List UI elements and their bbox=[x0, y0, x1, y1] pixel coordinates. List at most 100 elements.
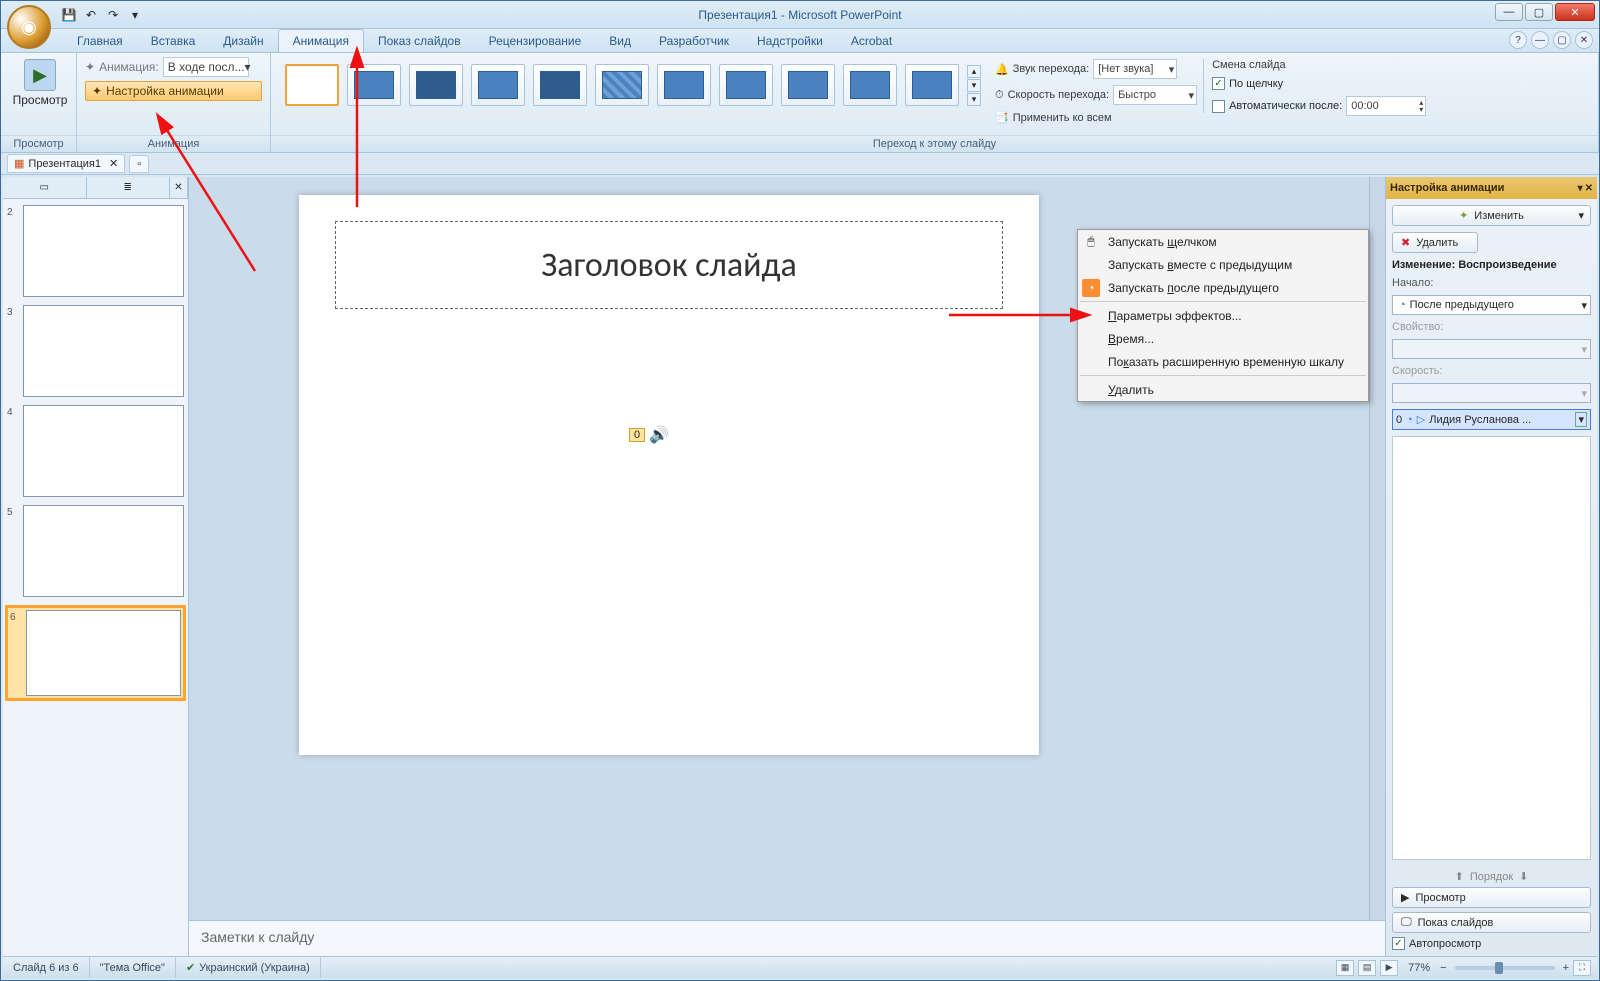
tab-home[interactable]: Главная bbox=[63, 30, 137, 52]
transition-thumb[interactable] bbox=[781, 64, 835, 106]
pane-preview-button[interactable]: ▶Просмотр bbox=[1392, 887, 1591, 908]
ctx-start-on-click[interactable]: 🖱Запускать щелчком bbox=[1078, 230, 1368, 253]
transition-thumb[interactable] bbox=[719, 64, 773, 106]
tab-insert[interactable]: Вставка bbox=[137, 30, 210, 52]
slide[interactable]: Заголовок слайда 0 🔊 bbox=[299, 195, 1039, 755]
qat-save-icon[interactable]: 💾 bbox=[59, 5, 79, 25]
animate-combo[interactable]: В ходе посл...▾ bbox=[163, 57, 249, 77]
transition-options: 🔔Звук перехода: [Нет звука]▾ ⏱Скорость п… bbox=[989, 55, 1203, 133]
tab-design[interactable]: Дизайн bbox=[209, 30, 277, 52]
gallery-down-icon[interactable]: ▾ bbox=[967, 79, 981, 92]
custom-animation-label: Настройка анимации bbox=[106, 84, 224, 98]
slide-thumb[interactable]: 2 bbox=[7, 205, 184, 297]
autopreview-label: Автопросмотр bbox=[1409, 938, 1481, 950]
slide-thumb[interactable]: 5 bbox=[7, 505, 184, 597]
tab-developer[interactable]: Разработчик bbox=[645, 30, 743, 52]
document-tab[interactable]: ▦ Презентация1 ✕ bbox=[7, 154, 125, 173]
play-icon: ▷ bbox=[1417, 413, 1425, 426]
help-icon[interactable]: ? bbox=[1509, 31, 1527, 49]
mdi-close-icon[interactable]: ✕ bbox=[1575, 31, 1593, 49]
chevron-down-icon[interactable]: ▾ bbox=[1575, 412, 1587, 427]
notes-pane[interactable]: Заметки к слайду bbox=[189, 920, 1385, 956]
apply-all-button[interactable]: 📑Применить ко всем bbox=[995, 111, 1197, 124]
custom-animation-button[interactable]: ✦ Настройка анимации bbox=[85, 81, 262, 101]
slides-list[interactable]: 2 3 4 5 6 bbox=[3, 199, 188, 956]
spinner-icon: ▴▾ bbox=[1419, 99, 1423, 113]
zoom-in-icon[interactable]: + bbox=[1563, 962, 1569, 974]
tab-acrobat[interactable]: Acrobat bbox=[837, 30, 906, 52]
tab-review[interactable]: Рецензирование bbox=[475, 30, 596, 52]
start-combo[interactable]: ◔После предыдущего ▾ bbox=[1392, 295, 1591, 315]
transition-thumb[interactable] bbox=[533, 64, 587, 106]
mouse-icon: 🖱 bbox=[1082, 233, 1100, 251]
transition-thumb[interactable] bbox=[905, 64, 959, 106]
zoom-out-icon[interactable]: − bbox=[1440, 962, 1446, 974]
office-button[interactable]: ◉ bbox=[7, 5, 51, 49]
gallery-up-icon[interactable]: ▴ bbox=[967, 65, 981, 78]
vertical-scrollbar[interactable] bbox=[1369, 177, 1385, 920]
custom-animation-icon: ✦ bbox=[92, 84, 102, 98]
pane-menu-icon[interactable]: ▾ bbox=[1578, 183, 1583, 194]
gallery-more-icon[interactable]: ▾ bbox=[967, 93, 981, 106]
outline-tab[interactable]: ≣ bbox=[87, 177, 171, 198]
transition-thumb[interactable] bbox=[595, 64, 649, 106]
preview-button[interactable]: ▶ Просмотр bbox=[7, 55, 73, 111]
zoom-value[interactable]: 77% bbox=[1408, 962, 1430, 974]
separator bbox=[1080, 375, 1366, 376]
ctx-effect-options[interactable]: Параметры эффектов... bbox=[1078, 304, 1368, 327]
sound-combo[interactable]: [Нет звука]▾ bbox=[1093, 59, 1177, 79]
remove-effect-button[interactable]: ✖ Удалить bbox=[1392, 232, 1478, 253]
minimize-button[interactable]: — bbox=[1495, 3, 1523, 21]
close-button[interactable]: ✕ bbox=[1555, 3, 1595, 21]
transition-none[interactable] bbox=[285, 64, 339, 106]
animation-list[interactable] bbox=[1392, 436, 1591, 860]
auto-after-checkbox[interactable] bbox=[1212, 100, 1225, 113]
anim-item-index: 0 bbox=[1396, 414, 1402, 426]
transition-thumb[interactable] bbox=[843, 64, 897, 106]
close-doc-icon[interactable]: ✕ bbox=[109, 157, 118, 170]
tab-addins[interactable]: Надстройки bbox=[743, 30, 837, 52]
tab-animation[interactable]: Анимация bbox=[278, 29, 364, 52]
autopreview-checkbox[interactable]: ✓ bbox=[1392, 937, 1405, 950]
ctx-remove[interactable]: Удалить bbox=[1078, 378, 1368, 401]
title-placeholder[interactable]: Заголовок слайда bbox=[335, 221, 1003, 309]
maximize-button[interactable]: ▢ bbox=[1525, 3, 1553, 21]
mdi-minimize-icon[interactable]: — bbox=[1531, 31, 1549, 49]
pane-slideshow-button[interactable]: 🖵Показ слайдов bbox=[1392, 912, 1591, 933]
view-sorter-icon[interactable]: ▤ bbox=[1358, 960, 1376, 976]
zoom-slider[interactable] bbox=[1455, 966, 1555, 970]
animation-item[interactable]: 0 ◔ ▷ Лидия Русланова ... ▾ bbox=[1392, 409, 1591, 430]
qat-undo-icon[interactable]: ↶ bbox=[81, 5, 101, 25]
transition-thumb[interactable] bbox=[409, 64, 463, 106]
tab-slideshow[interactable]: Показ слайдов bbox=[364, 30, 475, 52]
slides-tab[interactable]: ▭ bbox=[3, 177, 87, 198]
view-normal-icon[interactable]: ▦ bbox=[1336, 960, 1354, 976]
ctx-show-timeline[interactable]: Показать расширенную временную шкалу bbox=[1078, 350, 1368, 373]
ctx-start-with-previous[interactable]: Запускать вместе с предыдущим bbox=[1078, 253, 1368, 276]
separator bbox=[1080, 301, 1366, 302]
status-language[interactable]: ✔Украинский (Украина) bbox=[176, 957, 321, 978]
slide-thumb[interactable]: 4 bbox=[7, 405, 184, 497]
slide-thumb-selected[interactable]: 6 bbox=[5, 605, 186, 701]
ctx-timing[interactable]: Время... bbox=[1078, 327, 1368, 350]
speed-combo[interactable]: Быстро▾ bbox=[1113, 85, 1197, 105]
ctx-start-after-previous[interactable]: ◔Запускать после предыдущего bbox=[1078, 276, 1368, 299]
change-effect-button[interactable]: ✦ Изменить ▾ bbox=[1392, 205, 1591, 226]
transition-thumb[interactable] bbox=[471, 64, 525, 106]
sound-object[interactable]: 0 🔊 bbox=[629, 425, 669, 445]
qat-redo-icon[interactable]: ↷ bbox=[103, 5, 123, 25]
move-up-icon[interactable]: ⬆ bbox=[1455, 870, 1464, 883]
transition-gallery[interactable]: ▴ ▾ ▾ bbox=[277, 55, 989, 133]
mdi-restore-icon[interactable]: ▢ bbox=[1553, 31, 1571, 49]
on-click-checkbox[interactable]: ✓ bbox=[1212, 77, 1225, 90]
pane-close-icon[interactable]: ✕ bbox=[1585, 183, 1593, 194]
tab-view[interactable]: Вид bbox=[595, 30, 645, 52]
slide-thumb[interactable]: 3 bbox=[7, 305, 184, 397]
new-window-button[interactable]: ▫ bbox=[129, 155, 149, 173]
fit-window-icon[interactable]: ⛶ bbox=[1573, 960, 1591, 976]
transition-thumb[interactable] bbox=[657, 64, 711, 106]
view-slideshow-icon[interactable]: ▶ bbox=[1380, 960, 1398, 976]
move-down-icon[interactable]: ⬇ bbox=[1519, 870, 1528, 883]
qat-more-icon[interactable]: ▾ bbox=[125, 5, 145, 25]
auto-time-spinner[interactable]: 00:00▴▾ bbox=[1346, 96, 1426, 116]
